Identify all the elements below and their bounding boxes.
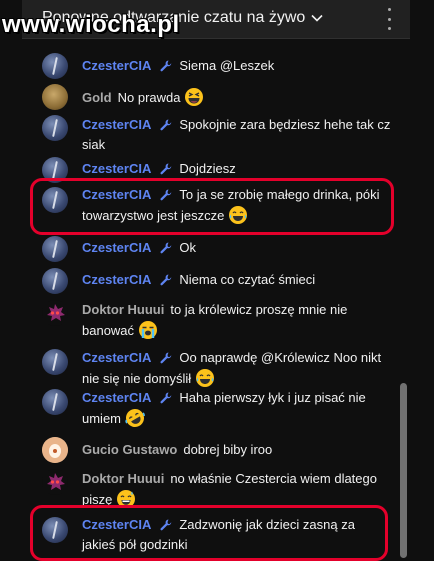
tears-of-joy-face-icon	[195, 369, 214, 387]
author-name[interactable]: CzesterCIA	[82, 117, 151, 132]
avatar[interactable]	[42, 469, 68, 495]
grinning-squint-face-icon	[185, 88, 204, 106]
message-text: dobrej biby iroo	[183, 442, 273, 457]
avatar[interactable]	[42, 268, 68, 294]
highlight-frame	[30, 178, 394, 235]
chat-message-list: CzesterCIA Siema @Leszek Gold No prawda Cz…	[22, 39, 396, 561]
watermark: www.wiocha.pl	[2, 11, 180, 38]
wrench-icon	[160, 274, 172, 286]
rolling-laughing-face-icon	[124, 409, 145, 427]
chevron-down-icon[interactable]	[310, 11, 324, 25]
wrench-icon	[160, 242, 172, 254]
author-name[interactable]: Gucio Gustawo	[82, 442, 177, 457]
message-text: Dojdziesz	[179, 161, 236, 176]
avatar[interactable]	[42, 300, 68, 326]
wrench-icon	[160, 60, 172, 72]
message-text: Niema co czytać śmieci	[179, 272, 316, 287]
author-name[interactable]: CzesterCIA	[82, 58, 151, 73]
author-name[interactable]: CzesterCIA	[82, 350, 151, 365]
message-text: Ok	[179, 240, 196, 255]
author-name[interactable]: CzesterCIA	[82, 390, 151, 405]
highlight-frame	[30, 505, 388, 561]
wrench-icon	[160, 119, 172, 131]
message-text: No prawda	[117, 90, 181, 105]
avatar[interactable]	[42, 389, 68, 415]
author-name[interactable]: Doktor Huuui	[82, 471, 164, 486]
avatar[interactable]	[42, 349, 68, 375]
author-name[interactable]: CzesterCIA	[82, 240, 151, 255]
wrench-icon	[160, 352, 172, 364]
more-vert-icon[interactable]	[386, 8, 392, 30]
loudly-crying-face-icon	[138, 321, 157, 339]
chat-scrollbar[interactable]	[400, 383, 407, 558]
author-name[interactable]: CzesterCIA	[82, 272, 151, 287]
avatar[interactable]	[42, 84, 68, 110]
wrench-icon	[160, 392, 172, 404]
message-text: Siema @Leszek	[179, 58, 275, 73]
avatar[interactable]	[42, 236, 68, 262]
author-name[interactable]: Doktor Huuui	[82, 302, 164, 317]
author-name[interactable]: CzesterCIA	[82, 161, 151, 176]
live-chat-replay-panel: Ponowne odtwarzanie czatu na żywo Czeste…	[22, 0, 410, 561]
avatar[interactable]	[42, 115, 68, 141]
avatar[interactable]	[42, 53, 68, 79]
wrench-icon	[160, 163, 172, 175]
avatar[interactable]	[42, 437, 68, 463]
author-name[interactable]: Gold	[82, 90, 112, 105]
